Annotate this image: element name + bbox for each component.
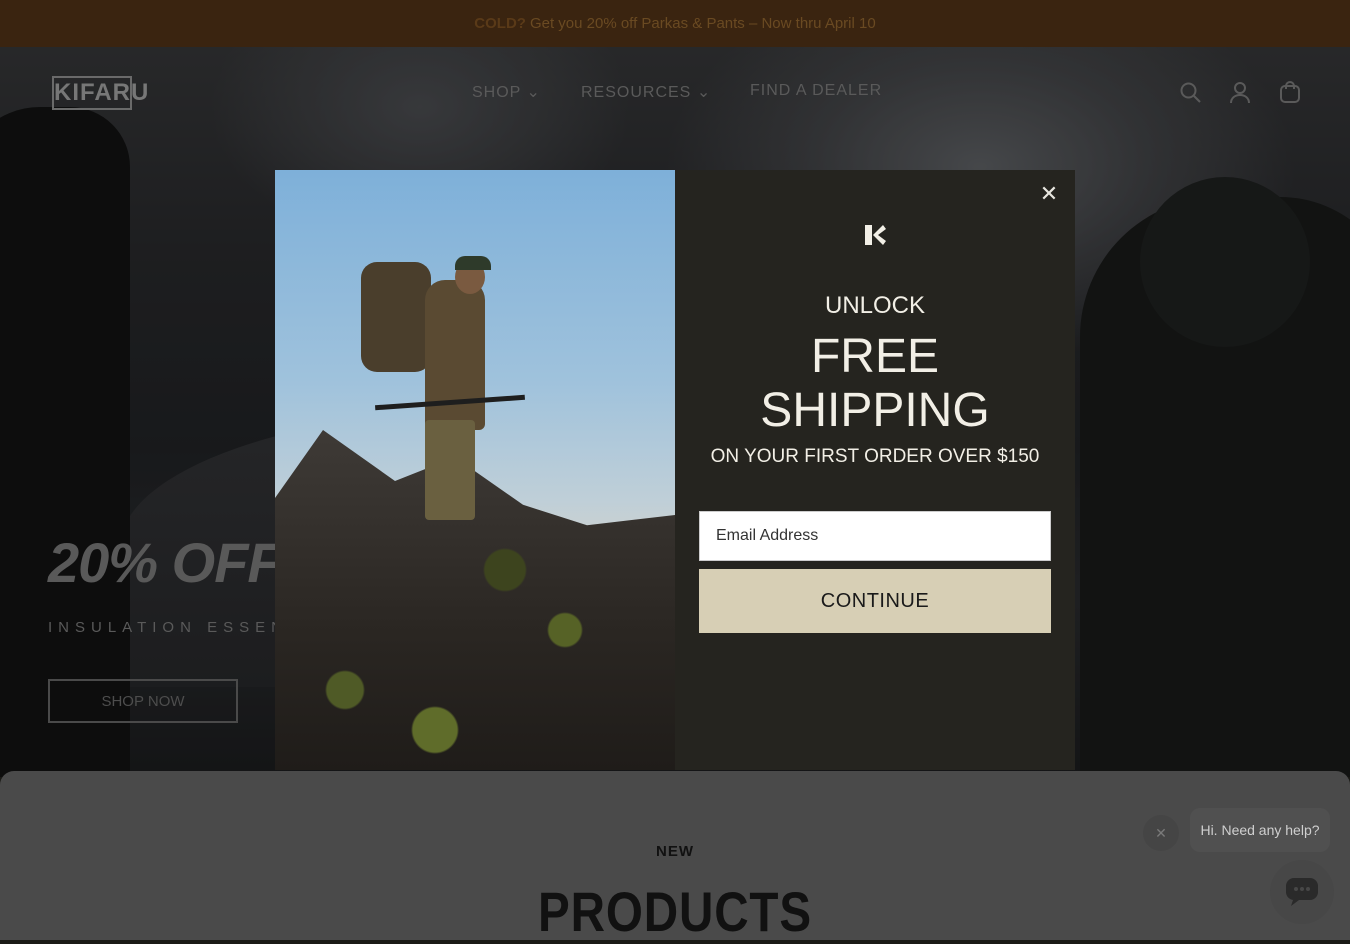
modal-hunter-photo	[275, 170, 675, 770]
chat-bubble[interactable]: Hi. Need any help?	[1190, 808, 1330, 852]
modal-unlock-text: UNLOCK	[824, 292, 926, 319]
announcement-text: Get you 20% off Parkas & Pants – Now thr…	[529, 15, 876, 32]
products-section: NEW PRODUCTS	[0, 771, 1350, 943]
chevron-down-icon: ⌄	[526, 84, 541, 101]
cart-icon[interactable]	[1278, 80, 1302, 104]
announcement-bar[interactable]: COLD? Get you 20% off Parkas & Pants – N…	[0, 0, 1350, 47]
site-logo[interactable]: KIFARU	[52, 76, 148, 110]
search-icon[interactable]	[1178, 80, 1202, 104]
photo-hunter-cap	[455, 256, 491, 270]
chat-launcher-button[interactable]	[1270, 860, 1334, 924]
signup-modal: ✕ UNLOCK FREE SHIPPING ON YOUR FIRST ORD…	[275, 170, 1075, 770]
chat-icon	[1286, 878, 1318, 906]
nav-shop[interactable]: SHOP ⌄	[472, 82, 541, 102]
nav-shop-label: SHOP	[472, 84, 522, 101]
products-title: PRODUCTS	[538, 880, 812, 943]
photo-backpack	[361, 262, 431, 372]
announcement-bold: COLD?	[474, 15, 526, 32]
modal-headline-line1: FREE	[810, 330, 939, 383]
modal-headline: FREE SHIPPING	[675, 330, 1075, 438]
chevron-down-icon: ⌄	[696, 84, 712, 101]
photo-rocks	[275, 430, 675, 770]
continue-button[interactable]: CONTINUE	[699, 569, 1051, 633]
close-icon[interactable]: ✕	[1037, 181, 1061, 206]
nav-find-dealer[interactable]: FIND A DEALER	[750, 82, 882, 100]
modal-headline-line2: SHIPPING	[760, 384, 990, 437]
photo-hunter	[425, 280, 485, 430]
chat-close-icon[interactable]: ✕	[1143, 815, 1179, 851]
modal-form-panel: ✕ UNLOCK FREE SHIPPING ON YOUR FIRST ORD…	[675, 170, 1075, 770]
account-icon[interactable]	[1228, 80, 1252, 104]
modal-offer-text: ON YOUR FIRST ORDER OVER $150	[710, 446, 1040, 467]
nav-resources-label: RESOURCES	[581, 84, 692, 101]
nav-resources[interactable]: RESOURCES ⌄	[581, 82, 711, 102]
email-field[interactable]	[699, 511, 1051, 561]
brand-logo-icon	[863, 223, 887, 247]
photo-hunter-legs	[425, 420, 475, 520]
shop-now-button[interactable]: SHOP NOW	[48, 679, 238, 723]
nav-find-dealer-label: FIND A DEALER	[750, 82, 883, 99]
hero-title: 20% OFF	[48, 531, 282, 594]
